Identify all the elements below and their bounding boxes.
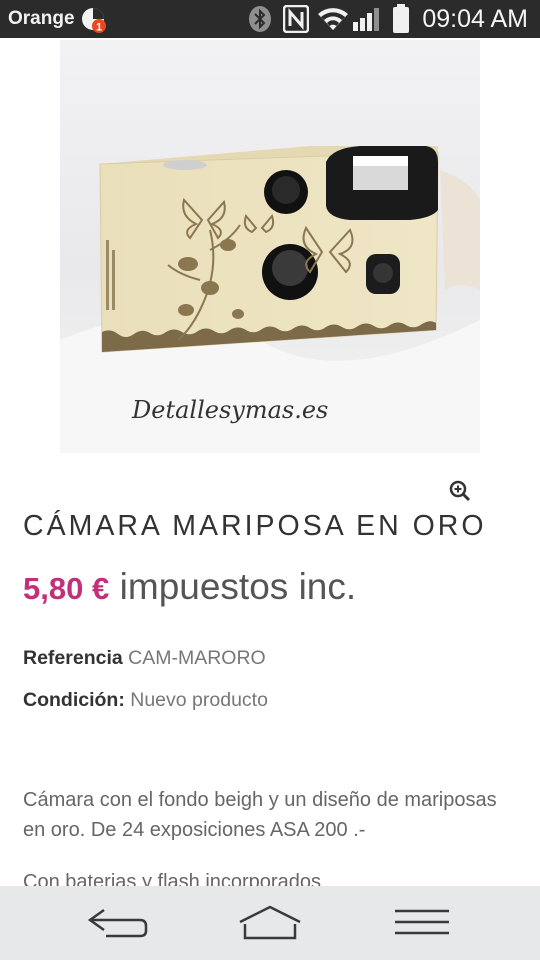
product-price: 5,80 € bbox=[23, 571, 110, 606]
home-button[interactable] bbox=[235, 900, 305, 944]
signal-icon bbox=[352, 6, 384, 37]
reference-row: Referencia CAM-MARORO bbox=[23, 647, 266, 670]
bluetooth-icon bbox=[248, 5, 272, 38]
nfc-icon bbox=[282, 4, 310, 38]
product-description: Cámara con el fondo beigh y un diseño de… bbox=[23, 789, 497, 841]
wifi-icon bbox=[316, 6, 350, 37]
clock: 09:04 AM bbox=[422, 5, 528, 33]
battery-icon bbox=[392, 4, 410, 39]
tax-label: impuestos inc. bbox=[119, 566, 357, 607]
product-page: Detallesymas.es CÁMARA MARIPOSA EN ORO 5… bbox=[0, 38, 540, 886]
home-icon bbox=[239, 905, 301, 940]
product-title: CÁMARA MARIPOSA EN ORO bbox=[23, 510, 487, 542]
condition-label: Condición: bbox=[23, 689, 125, 711]
back-button[interactable] bbox=[84, 900, 154, 944]
carrier-name: Orange bbox=[8, 8, 75, 29]
notification-icon[interactable]: 1 bbox=[80, 6, 108, 34]
status-bar: Orange 1 09:04 AM bbox=[0, 0, 540, 38]
menu-button[interactable] bbox=[387, 900, 457, 944]
reference-value: CAM-MARORO bbox=[128, 647, 266, 669]
product-image[interactable]: Detallesymas.es bbox=[60, 40, 480, 453]
price-row: 5,80 € impuestos inc. bbox=[23, 566, 356, 608]
back-arrow-icon bbox=[87, 908, 148, 938]
condition-row: Condición: Nuevo producto bbox=[23, 689, 268, 712]
zoom-icon[interactable] bbox=[449, 480, 471, 502]
product-description-extra: Con baterias y flash incorporados bbox=[23, 871, 321, 886]
navigation-bar bbox=[0, 886, 540, 960]
menu-icon bbox=[395, 909, 449, 935]
reference-label: Referencia bbox=[23, 647, 123, 669]
condition-value: Nuevo producto bbox=[130, 689, 268, 711]
svg-text:1: 1 bbox=[96, 22, 102, 34]
svg-text:Detallesymas.es: Detallesymas.es bbox=[131, 396, 328, 424]
